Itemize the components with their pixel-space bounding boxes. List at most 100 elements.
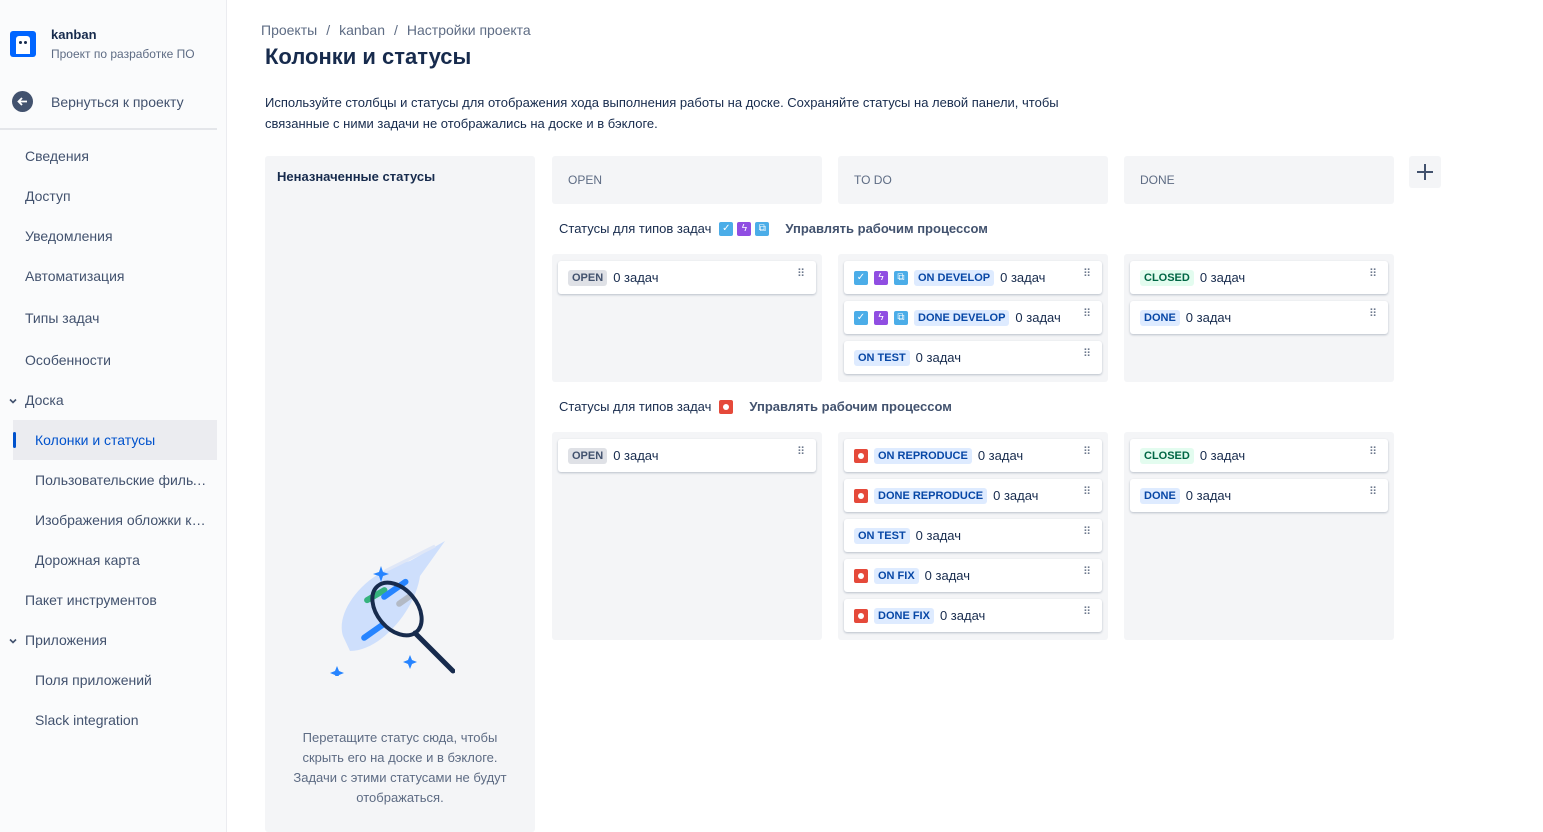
unassigned-hint: Перетащите статус сюда, чтобы скрыть его…	[293, 730, 507, 805]
unassigned-statuses-panel: Неназначенные статусы Перетащите статус …	[265, 156, 535, 832]
subtask-icon: ⧉	[894, 310, 908, 325]
status-card[interactable]: OPEN 0 задач ⠿	[558, 261, 816, 294]
status-lozenge: ON FIX	[874, 567, 919, 584]
status-lozenge: DONE DEVELOP	[914, 309, 1010, 326]
epic-icon: ϟ	[874, 270, 888, 285]
sidebar-item-automation[interactable]: Автоматизация	[0, 256, 217, 296]
status-card[interactable]: ✓ ϟ ⧉ DONE DEVELOP 0 задач ⠿	[844, 301, 1102, 334]
drag-handle-icon[interactable]: ⠿	[797, 269, 805, 280]
status-lozenge: ON TEST	[854, 349, 910, 366]
drag-handle-icon[interactable]: ⠿	[1369, 487, 1377, 498]
issue-count: 0 задач	[1015, 310, 1061, 325]
drag-handle-icon[interactable]: ⠿	[1083, 527, 1091, 538]
breadcrumb-projects[interactable]: Проекты	[261, 22, 317, 38]
back-to-project-link[interactable]: Вернуться к проекту	[12, 91, 184, 112]
project-subtitle: Проект по разработке ПО	[51, 47, 195, 61]
drag-handle-icon[interactable]: ⠿	[1369, 309, 1377, 320]
column-header-open[interactable]: OPEN	[552, 156, 822, 204]
bug-icon	[854, 608, 868, 623]
chevron-down-icon	[8, 633, 18, 649]
status-card[interactable]: DONE 0 задач ⠿	[1130, 479, 1388, 512]
manage-workflow-link[interactable]: Управлять рабочим процессом	[749, 399, 951, 414]
drag-handle-icon[interactable]: ⠿	[1369, 447, 1377, 458]
bug-icon	[854, 488, 868, 503]
drag-handle-icon[interactable]: ⠿	[1083, 447, 1091, 458]
sidebar-item-card-covers[interactable]: Изображения обложки карточек	[0, 500, 217, 540]
epic-icon: ϟ	[874, 310, 888, 325]
main-content: Проекты / kanban / Настройки проекта Колонки…	[227, 0, 1543, 832]
sidebar-item-issue-types[interactable]: Типы задач	[0, 298, 217, 338]
arrow-left-icon	[12, 91, 33, 112]
sidebar-item-roadmap[interactable]: Дорожная карта	[0, 540, 217, 580]
status-card[interactable]: ON FIX 0 задач ⠿	[844, 559, 1102, 592]
column-header-done[interactable]: DONE	[1124, 156, 1394, 204]
manage-workflow-link[interactable]: Управлять рабочим процессом	[785, 221, 987, 236]
drag-handle-icon[interactable]: ⠿	[1083, 567, 1091, 578]
breadcrumb-kanban[interactable]: kanban	[339, 22, 385, 38]
issue-count: 0 задач	[924, 568, 971, 583]
project-header[interactable]: kanban Проект по разработке ПО	[10, 25, 195, 61]
drag-handle-icon[interactable]: ⠿	[1083, 309, 1091, 320]
status-card[interactable]: OPEN 0 задач ⠿	[558, 439, 816, 472]
status-card[interactable]: DONE REPRODUCE 0 задач ⠿	[844, 479, 1102, 512]
sidebar-item-slack[interactable]: Slack integration	[0, 700, 217, 740]
drag-handle-icon[interactable]: ⠿	[1083, 607, 1091, 618]
badminton-illustration	[325, 541, 456, 681]
issue-count: 0 задач	[1199, 448, 1246, 463]
sidebar-item-overview[interactable]: Сведения	[0, 136, 217, 176]
divider	[0, 128, 217, 130]
status-lozenge: CLOSED	[1140, 269, 1194, 286]
back-label: Вернуться к проекту	[51, 93, 184, 110]
status-card[interactable]: ✓ ϟ ⧉ ON DEVELOP 0 задач ⠿	[844, 261, 1102, 294]
status-card[interactable]: ON REPRODUCE 0 задач ⠿	[844, 439, 1102, 472]
workflow-group-label: Статусы для типов задач Управлять рабочи…	[559, 399, 952, 414]
sidebar-item-board[interactable]: Доска	[0, 380, 217, 420]
sidebar-item-toolchain[interactable]: Пакет инструментов	[0, 580, 217, 620]
drag-handle-icon[interactable]: ⠿	[1083, 349, 1091, 360]
subtask-icon: ⧉	[755, 221, 770, 236]
bug-icon	[854, 568, 868, 583]
status-card[interactable]: DONE FIX 0 задач ⠿	[844, 599, 1102, 632]
lane-done: CLOSED 0 задач ⠿ DONE 0 задач ⠿	[1124, 254, 1394, 382]
status-lozenge: CLOSED	[1140, 447, 1194, 464]
project-avatar	[10, 31, 36, 57]
status-card[interactable]: CLOSED 0 задач ⠿	[1130, 439, 1388, 472]
status-lozenge: OPEN	[568, 447, 608, 464]
status-card[interactable]: DONE 0 задач ⠿	[1130, 301, 1388, 334]
drag-handle-icon[interactable]: ⠿	[797, 447, 805, 458]
add-column-button[interactable]	[1409, 156, 1441, 188]
sidebar-item-access[interactable]: Доступ	[0, 176, 217, 216]
lane-todo: ✓ ϟ ⧉ ON DEVELOP 0 задач ⠿ ✓ ϟ ⧉ DONE DE…	[838, 254, 1108, 382]
status-lozenge: ON REPRODUCE	[874, 447, 972, 464]
sidebar-item-app-fields[interactable]: Поля приложений	[0, 660, 217, 700]
task-icon: ✓	[854, 270, 868, 285]
sidebar-item-custom-filters[interactable]: Пользовательские фильтры	[0, 460, 217, 500]
status-lozenge: DONE	[1140, 309, 1180, 326]
sidebar-item-columns-statuses[interactable]: Колонки и статусы	[13, 420, 217, 460]
lane-todo: ON REPRODUCE 0 задач ⠿ DONE REPRODUCE 0 …	[838, 432, 1108, 640]
status-card[interactable]: ON TEST 0 задач ⠿	[844, 519, 1102, 552]
issue-count: 0 задач	[613, 270, 659, 285]
issue-count: 0 задач	[915, 350, 962, 365]
project-name: kanban	[51, 27, 97, 42]
drag-handle-icon[interactable]: ⠿	[1369, 269, 1377, 280]
bug-icon	[854, 448, 868, 463]
status-lozenge: DONE REPRODUCE	[874, 487, 988, 504]
sidebar-item-features[interactable]: Особенности	[0, 340, 217, 380]
column-header-todo[interactable]: TO DO	[838, 156, 1108, 204]
lane-done: CLOSED 0 задач ⠿ DONE 0 задач ⠿	[1124, 432, 1394, 640]
breadcrumb-settings[interactable]: Настройки проекта	[407, 22, 531, 38]
issue-count: 0 задач	[1185, 310, 1232, 325]
status-card[interactable]: ON TEST 0 задач ⠿	[844, 341, 1102, 374]
drag-handle-icon[interactable]: ⠿	[1083, 269, 1091, 280]
bug-icon	[719, 399, 734, 414]
sidebar-item-notifications[interactable]: Уведомления	[0, 216, 217, 256]
chevron-down-icon	[8, 393, 18, 409]
drag-handle-icon[interactable]: ⠿	[1083, 487, 1091, 498]
issue-count: 0 задач	[993, 488, 1039, 503]
status-lozenge: ON TEST	[854, 527, 910, 544]
status-card[interactable]: CLOSED 0 задач ⠿	[1130, 261, 1388, 294]
sidebar-item-apps[interactable]: Приложения	[0, 620, 217, 660]
task-icon: ✓	[854, 310, 868, 325]
status-lozenge: DONE	[1140, 487, 1180, 504]
